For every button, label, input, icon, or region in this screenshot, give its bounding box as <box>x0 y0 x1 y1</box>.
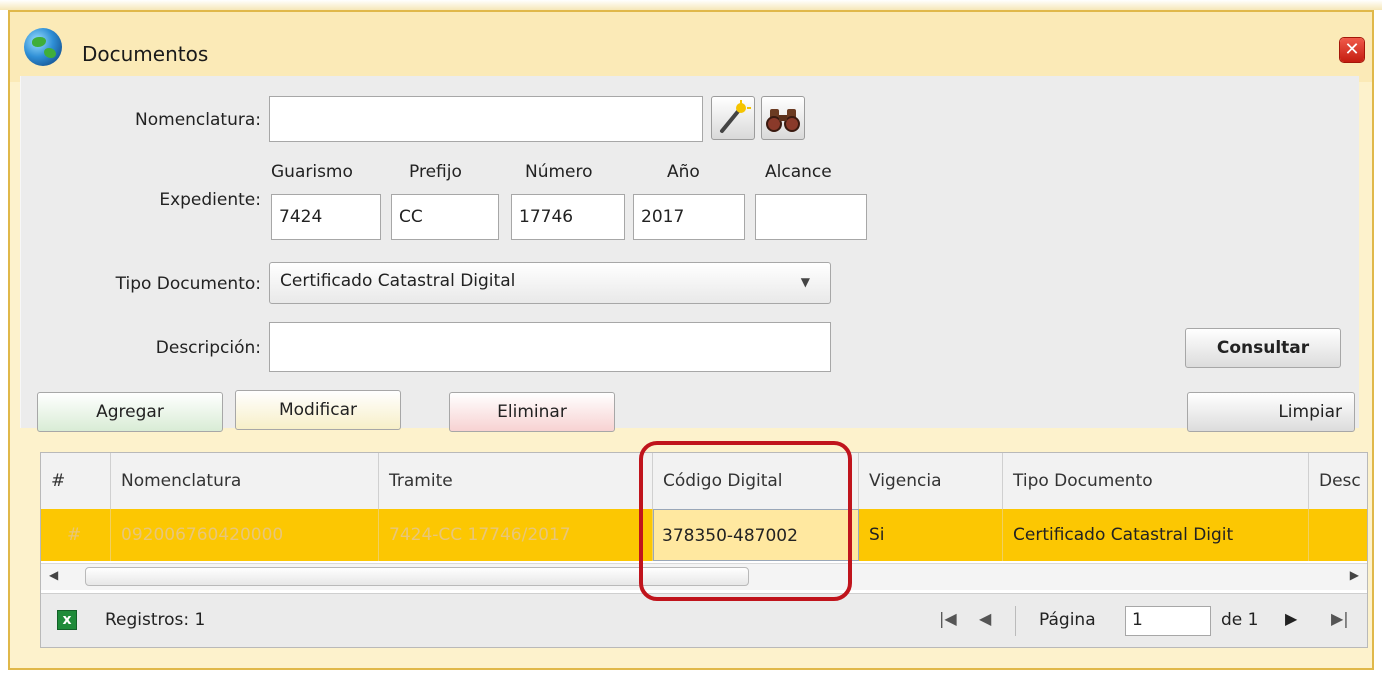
search-panel: Nomenclatura: Expediente: Guarismo Prefi… <box>20 76 1359 432</box>
tipo-documento-select[interactable]: Certificado Catastral Digital ▼ <box>269 262 831 304</box>
horizontal-scrollbar[interactable]: ◀ ▶ <box>41 563 1367 590</box>
anio-col-label: Año <box>667 162 700 182</box>
magic-wand-icon <box>720 100 751 133</box>
guarismo-col-label: Guarismo <box>271 162 353 182</box>
binoculars-button[interactable] <box>761 96 805 140</box>
numero-col-label: Número <box>525 162 593 182</box>
window-title: Documentos <box>82 42 209 66</box>
alcance-input[interactable] <box>755 194 867 240</box>
tipo-documento-label: Tipo Documento: <box>115 274 261 294</box>
column-header-tipo-documento[interactable]: Tipo Documento <box>1003 453 1309 509</box>
guarismo-input[interactable]: 7424 <box>271 194 381 240</box>
top-strip <box>0 0 1382 10</box>
column-header-codigo-digital[interactable]: Código Digital <box>653 453 859 509</box>
row-index: # <box>41 509 111 561</box>
column-header-tramite[interactable]: Tramite <box>379 453 653 509</box>
descripcion-input[interactable] <box>269 322 831 372</box>
expediente-label: Expediente: <box>159 190 261 210</box>
grid-footer: x Registros: 1 |◀ ◀ Página 1 de 1 ▶ ▶| <box>41 593 1367 647</box>
pagina-label: Página <box>1039 610 1096 630</box>
row-descripcion <box>1309 509 1367 561</box>
nomenclatura-input[interactable] <box>269 96 703 142</box>
row-tramite: 7424-CC 17746/2017 <box>379 509 653 561</box>
column-header-nomenclatura[interactable]: Nomenclatura <box>111 453 379 509</box>
grid-header: # Nomenclatura Tramite Código Digital Vi… <box>41 453 1367 510</box>
column-header-index[interactable]: # <box>41 453 111 509</box>
alcance-col-label: Alcance <box>765 162 832 182</box>
nomenclatura-label: Nomenclatura: <box>135 110 261 130</box>
consultar-button[interactable]: Consultar <box>1185 328 1341 368</box>
pager-divider <box>1015 606 1016 636</box>
scrollbar-thumb[interactable] <box>85 567 749 586</box>
next-page-icon[interactable]: ▶ <box>1285 609 1297 628</box>
dropdown-arrow-icon: ▼ <box>800 275 810 289</box>
descripcion-label: Descripción: <box>155 338 261 358</box>
modificar-button[interactable]: Modificar <box>235 390 401 430</box>
page-total-label: de 1 <box>1221 610 1259 630</box>
last-page-icon[interactable]: ▶| <box>1331 609 1349 628</box>
numero-input[interactable]: 17746 <box>511 194 625 240</box>
scroll-left-icon[interactable]: ◀ <box>49 568 58 582</box>
prefijo-col-label: Prefijo <box>409 162 462 182</box>
agregar-button[interactable]: Agregar <box>37 392 223 432</box>
page-number-input[interactable]: 1 <box>1125 606 1211 636</box>
prev-page-icon[interactable]: ◀ <box>979 609 991 628</box>
registros-count: Registros: 1 <box>105 610 206 630</box>
tipo-documento-value: Certificado Catastral Digital <box>280 271 516 291</box>
limpiar-button[interactable]: Limpiar <box>1187 392 1355 432</box>
row-vigencia: Si <box>859 509 1003 561</box>
globe-icon <box>24 28 62 66</box>
eliminar-button[interactable]: Eliminar <box>449 392 615 432</box>
title-bar: Documentos ✕ <box>10 12 1372 82</box>
row-nomenclatura: 092006760420000 <box>111 509 379 561</box>
first-page-icon[interactable]: |◀ <box>939 609 957 628</box>
column-header-descripcion[interactable]: Desc <box>1309 453 1367 509</box>
anio-input[interactable]: 2017 <box>633 194 745 240</box>
prefijo-input[interactable]: CC <box>391 194 499 240</box>
row-tipo-documento: Certificado Catastral Digit <box>1003 509 1309 561</box>
binoculars-icon <box>766 109 800 132</box>
excel-export-icon[interactable]: x <box>57 610 77 630</box>
close-icon[interactable]: ✕ <box>1340 38 1364 62</box>
documents-grid: # Nomenclatura Tramite Código Digital Vi… <box>40 452 1368 648</box>
row-codigo-digital[interactable]: 378350-487002 <box>653 509 859 561</box>
column-header-vigencia[interactable]: Vigencia <box>859 453 1003 509</box>
scroll-right-icon[interactable]: ▶ <box>1350 568 1359 582</box>
table-row[interactable]: # 092006760420000 7424-CC 17746/2017 378… <box>41 509 1367 561</box>
wand-button[interactable] <box>711 96 755 140</box>
